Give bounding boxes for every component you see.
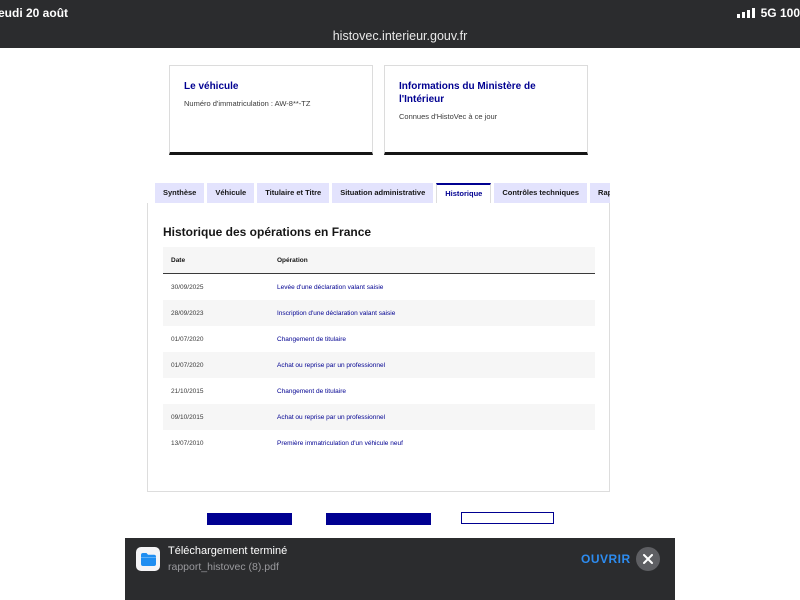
row-date: 01/07/2020 bbox=[163, 326, 269, 352]
tab-rapport[interactable]: Rap bbox=[590, 183, 610, 203]
row-operation: Levée d'une déclaration valant saisie bbox=[269, 273, 595, 300]
row-date: 09/10/2015 bbox=[163, 404, 269, 430]
history-table: Date Opération 30/09/2025 Levée d'une dé… bbox=[163, 247, 595, 456]
tab-synthese[interactable]: Synthèse bbox=[155, 183, 205, 203]
ministry-card-title: Informations du Ministère de l'Intérieur bbox=[399, 81, 536, 105]
action-button-1[interactable] bbox=[207, 513, 292, 525]
action-button-3[interactable] bbox=[461, 512, 554, 524]
vehicle-card-title: Le véhicule bbox=[184, 81, 239, 92]
operation-link[interactable]: Première immatriculation d'un véhicule n… bbox=[277, 440, 403, 447]
operation-link[interactable]: Levée d'une déclaration valant saisie bbox=[277, 284, 383, 291]
tab-historique[interactable]: Historique bbox=[436, 183, 492, 203]
history-panel: Historique des opérations en France Date… bbox=[147, 203, 610, 492]
row-date: 01/07/2020 bbox=[163, 352, 269, 378]
tab-titulaire-titre[interactable]: Titulaire et Titre bbox=[257, 183, 330, 203]
toast-filename: rapport_histovec (8).pdf bbox=[168, 561, 279, 573]
tab-vehicule[interactable]: Véhicule bbox=[207, 183, 255, 203]
browser-top-bar: eudi 20 août 5G 100 histovec.interieur.g… bbox=[0, 0, 800, 48]
operation-link[interactable]: Changement de titulaire bbox=[277, 388, 346, 395]
tab-controles-techniques[interactable]: Contrôles techniques bbox=[494, 183, 588, 203]
ministry-card: Informations du Ministère de l'Intérieur… bbox=[384, 65, 588, 155]
vehicle-card: Le véhicule Numéro d'immatriculation : A… bbox=[169, 65, 373, 155]
column-header-operation: Opération bbox=[269, 247, 595, 274]
row-operation: Achat ou reprise par un professionnel bbox=[269, 352, 595, 378]
operation-link[interactable]: Changement de titulaire bbox=[277, 336, 346, 343]
toast-title: Téléchargement terminé bbox=[168, 545, 288, 557]
close-icon[interactable] bbox=[636, 547, 660, 571]
tab-situation-administrative[interactable]: Situation administrative bbox=[332, 183, 434, 203]
network-label: 5G bbox=[760, 6, 777, 20]
battery-label: 100 bbox=[779, 6, 800, 20]
row-date: 30/09/2025 bbox=[163, 273, 269, 300]
operation-link[interactable]: Achat ou reprise par un professionnel bbox=[277, 362, 385, 369]
status-time: eudi 20 août bbox=[0, 6, 69, 20]
table-row: 01/07/2020 Achat ou reprise par un profe… bbox=[163, 352, 595, 378]
table-row: 30/09/2025 Levée d'une déclaration valan… bbox=[163, 273, 595, 300]
url-field[interactable]: histovec.interieur.gouv.fr bbox=[0, 29, 800, 43]
operation-link[interactable]: Inscription d'une déclaration valant sai… bbox=[277, 310, 395, 317]
row-operation: Achat ou reprise par un professionnel bbox=[269, 404, 595, 430]
operation-link[interactable]: Achat ou reprise par un professionnel bbox=[277, 414, 385, 421]
row-operation: Première immatriculation d'un véhicule n… bbox=[269, 430, 595, 456]
tab-list: Synthèse Véhicule Titulaire et Titre Situat… bbox=[155, 183, 610, 203]
row-date: 28/09/2023 bbox=[163, 300, 269, 326]
status-indicators: 5G 100 bbox=[736, 6, 800, 20]
ministry-card-subtitle: Connues d'HistoVec à ce jour bbox=[399, 112, 498, 121]
action-button-2[interactable] bbox=[326, 513, 431, 525]
history-title: Historique des opérations en France bbox=[163, 225, 372, 239]
row-operation: Changement de titulaire bbox=[269, 378, 595, 404]
table-row: 28/09/2023 Inscription d'une déclaration… bbox=[163, 300, 595, 326]
table-row: 09/10/2015 Achat ou reprise par un profe… bbox=[163, 404, 595, 430]
table-row: 01/07/2020 Changement de titulaire bbox=[163, 326, 595, 352]
open-button[interactable]: OUVRIR bbox=[581, 552, 631, 566]
folder-icon bbox=[136, 547, 160, 571]
row-date: 13/07/2010 bbox=[163, 430, 269, 456]
download-toast: Téléchargement terminé rapport_histovec … bbox=[125, 538, 675, 600]
row-date: 21/10/2015 bbox=[163, 378, 269, 404]
signal-icon bbox=[736, 8, 755, 18]
column-header-date: Date bbox=[163, 247, 269, 274]
table-row: 21/10/2015 Changement de titulaire bbox=[163, 378, 595, 404]
row-operation: Changement de titulaire bbox=[269, 326, 595, 352]
table-row: 13/07/2010 Première immatriculation d'un… bbox=[163, 430, 595, 456]
vehicle-card-subtitle: Numéro d'immatriculation : AW-8**-TZ bbox=[184, 99, 311, 108]
row-operation: Inscription d'une déclaration valant sai… bbox=[269, 300, 595, 326]
